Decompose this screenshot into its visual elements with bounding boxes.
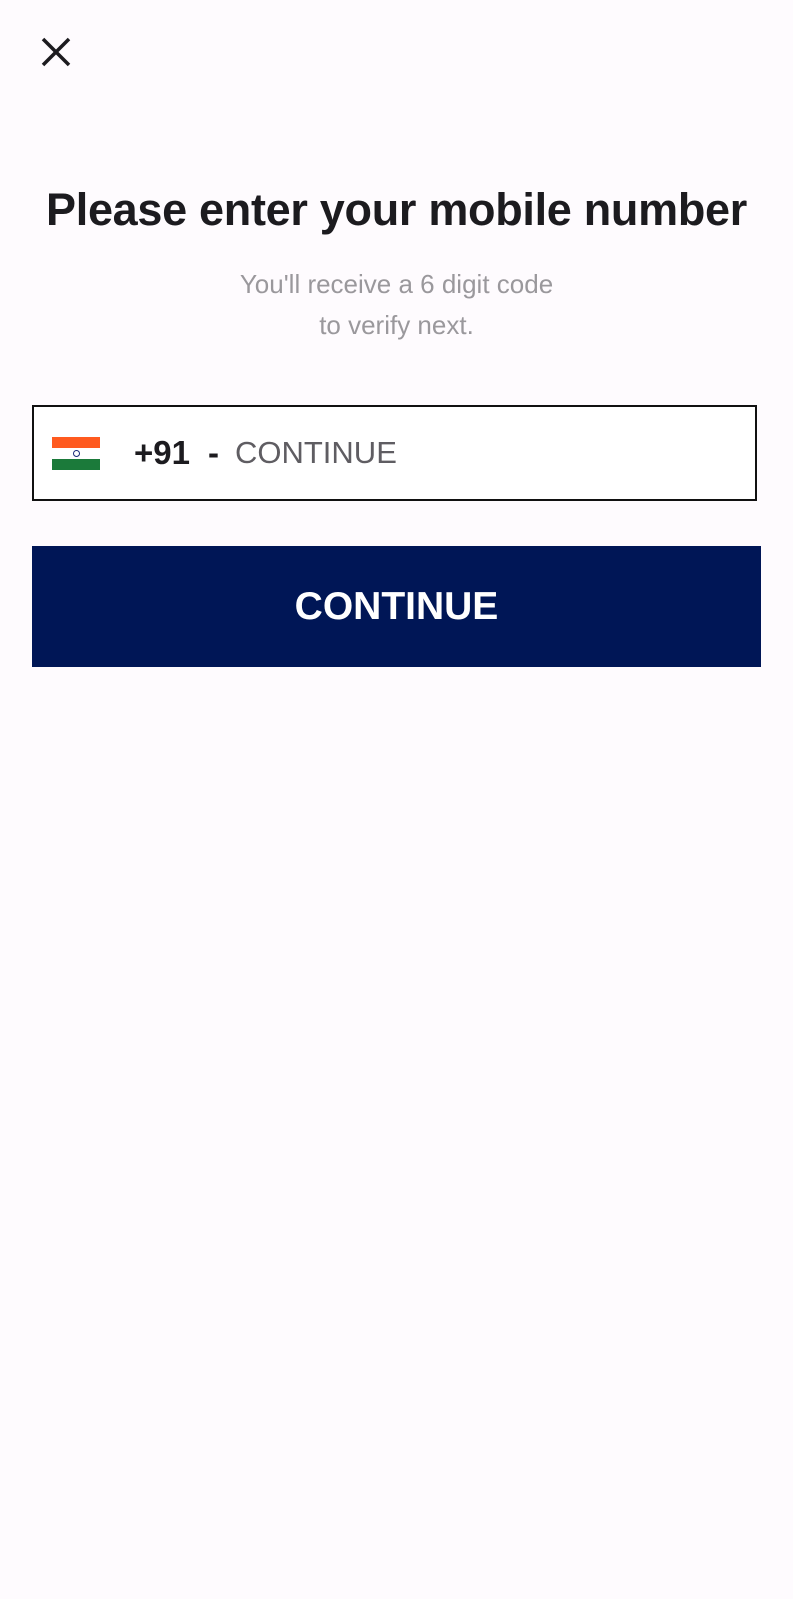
phone-number-input[interactable] — [232, 434, 717, 472]
separator: - — [207, 434, 219, 471]
subtitle: You'll receive a 6 digit code to verify … — [0, 264, 793, 346]
phone-number-field[interactable]: +91 - — [32, 405, 757, 501]
page-title: Please enter your mobile number — [46, 184, 747, 235]
subtitle-line-2: to verify next. — [319, 310, 474, 340]
country-code[interactable]: +91 — [134, 434, 190, 472]
close-icon[interactable] — [38, 34, 74, 70]
india-flag-icon[interactable] — [52, 436, 100, 470]
subtitle-line-1: You'll receive a 6 digit code — [239, 269, 554, 299]
continue-button[interactable]: CONTINUE — [32, 546, 761, 667]
